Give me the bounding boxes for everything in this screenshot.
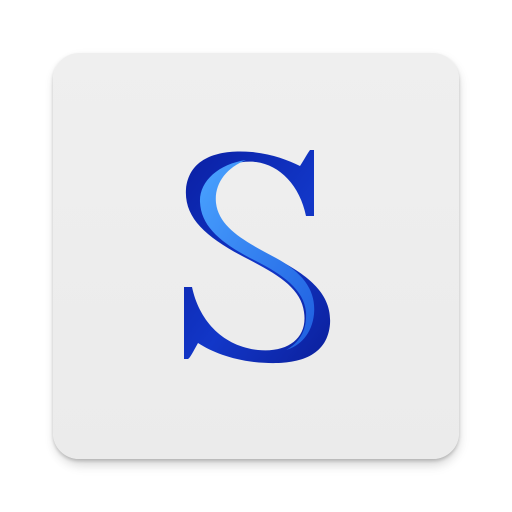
s-logo-icon bbox=[184, 150, 331, 364]
app-icon-canvas bbox=[0, 0, 512, 512]
